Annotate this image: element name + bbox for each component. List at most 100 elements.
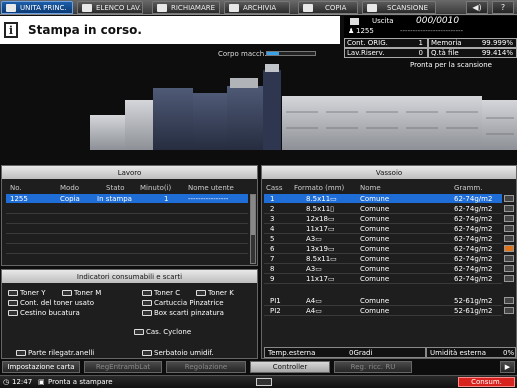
toner-icon [62,290,72,296]
tray-formato: 12x18▭ [306,215,335,223]
row-divider [264,305,502,306]
tray-formato: 8.5x11▯ [306,205,335,213]
waste-toner-icon [8,300,18,306]
tab-scansione[interactable]: SCANSIONE [362,1,436,14]
corpo-macch-label: Corpo macch. [218,50,267,58]
keyboard-icon[interactable] [256,378,272,386]
tab-reg-entramb-lat[interactable]: RegEntrambLat [84,361,162,373]
tray-gramm: 62-74g/m2 [454,265,493,273]
row-divider [264,273,502,274]
tray-gramm: 62-74g/m2 [454,225,493,233]
tray-formato: 8.5x11▭ [306,255,337,263]
tray-nome: Comune [360,307,390,315]
tray-formato: A4▭ [306,297,322,305]
vassoio-panel: Vassoio Cass Formato (mm) Nome Gramm. 1 8… [261,165,517,359]
tab-regolazione[interactable]: Regolazione [166,361,246,373]
speaker-icon: ◀) [472,3,482,12]
tray-cass: 6 [270,245,275,253]
top-tab-bar: UNITA PRINC. ELENCO LAV. RICHIAMARE ARCH… [0,0,517,15]
tray-cass: PI2 [270,307,281,315]
staple-icon [142,300,152,306]
tray-cass: 9 [270,275,275,283]
tray-gramm: 52-61g/m2 [454,307,493,315]
row-divider [264,283,502,284]
scan-icon [367,3,377,12]
row-divider [6,243,248,244]
ring-binder-indicator: Parte rilegatr.anelli [16,349,94,357]
cyclone-icon [134,329,144,335]
tray-level-indicators [504,194,514,324]
help-button[interactable]: ? [492,1,514,14]
umidita-esterna: Umidità esterna 0% [426,347,516,358]
toner-c: Toner C [142,289,180,297]
tray-nome: Comune [360,235,390,243]
row-divider [264,263,502,264]
machine-illustration[interactable] [90,60,517,160]
tray-cass: 1 [270,195,275,203]
col-stato: Stato [106,184,125,192]
scroll-thumb[interactable] [251,195,255,235]
row-divider [264,223,502,224]
tab-unita-princ[interactable]: UNITA PRINC. [1,1,73,14]
clock-icon: ◷ [3,378,10,386]
next-tab-arrow[interactable]: ▶ [500,361,515,373]
tab-copia[interactable]: COPIA [298,1,358,14]
clock-time: 12:47 [12,378,33,386]
printer-status-text: Pronta a stampare [48,378,113,386]
tray-nome: Comune [360,245,390,253]
punch-bin-indicator: Cestino bucatura [8,309,80,317]
tray-nome: Comune [360,215,390,223]
tab-archivia[interactable]: ARCHIVIA [224,1,290,14]
tab-elenco-lav[interactable]: ELENCO LAV. [77,1,143,14]
tray-formato: A3▭ [306,235,322,243]
consumables-warning-button[interactable]: Consum. [458,377,515,387]
tray-gramm: 62-74g/m2 [454,245,493,253]
copy-icon [303,3,313,12]
tab-controller[interactable]: Controller [250,361,330,373]
printer-icon [157,3,167,12]
tank-icon [142,350,152,356]
col-nome: Nome [360,184,381,192]
row-divider [6,253,248,254]
job-minuti: 1 [164,195,169,203]
tray-nome: Comune [360,275,390,283]
toner-icon [142,290,152,296]
user-count: 1255 [356,27,374,35]
row-divider [264,233,502,234]
tray-gramm: 52-61g/m2 [454,297,493,305]
lavoro-scrollbar[interactable] [250,194,256,264]
col-gramm: Gramm. [454,184,483,192]
staple-waste-indicator: Box scarti pinzatura [142,309,224,317]
tray-formato: 13x19▭ [306,245,335,253]
job-no: 1255 [10,195,28,203]
tray-cass: PI1 [270,297,281,305]
tray-cass: 4 [270,225,275,233]
volume-button[interactable]: ◀) [466,1,488,14]
tray-formato: 8.5x11▭ [306,195,337,203]
tab-reg-ricc-ru[interactable]: Reg. ricc. RU [334,361,412,373]
qta-file-box: Q.tà file 99.414% [428,48,517,58]
tray-nome: Comune [360,265,390,273]
archive-icon [229,3,239,12]
tray-gramm: 62-74g/m2 [454,275,493,283]
indicatori-panel: Indicatori consumabili e scarti Toner Y … [1,269,258,359]
tray-gramm: 62-74g/m2 [454,215,493,223]
lavoro-panel: Lavoro No. Modo Stato Minuto(i) Nome ute… [1,165,258,266]
toner-k: Toner K [196,289,234,297]
bottom-status-bar: ◷ 12:47 ▣ Pronta a stampare Consum. [0,375,517,388]
tray-nome: Comune [360,297,390,305]
memoria-box: Memoria 99.999% [428,38,517,48]
tray-cass: 3 [270,215,275,223]
cyclone-indicator: Cas. Cyclone [134,328,191,336]
row-divider [264,315,502,316]
indicatori-title: Indicatori consumabili e scarti [2,270,257,283]
col-modo: Modo [60,184,80,192]
job-stato: In stampa [97,195,132,203]
status-banner: i Stampa in corso. [0,16,340,44]
tab-richiamare[interactable]: RICHIAMARE [152,1,220,14]
tab-impostazione-carta[interactable]: Impostazione carta [2,361,80,373]
row-divider [264,253,502,254]
staple-waste-icon [142,310,152,316]
tray-nome: Comune [360,225,390,233]
row-divider [264,243,502,244]
